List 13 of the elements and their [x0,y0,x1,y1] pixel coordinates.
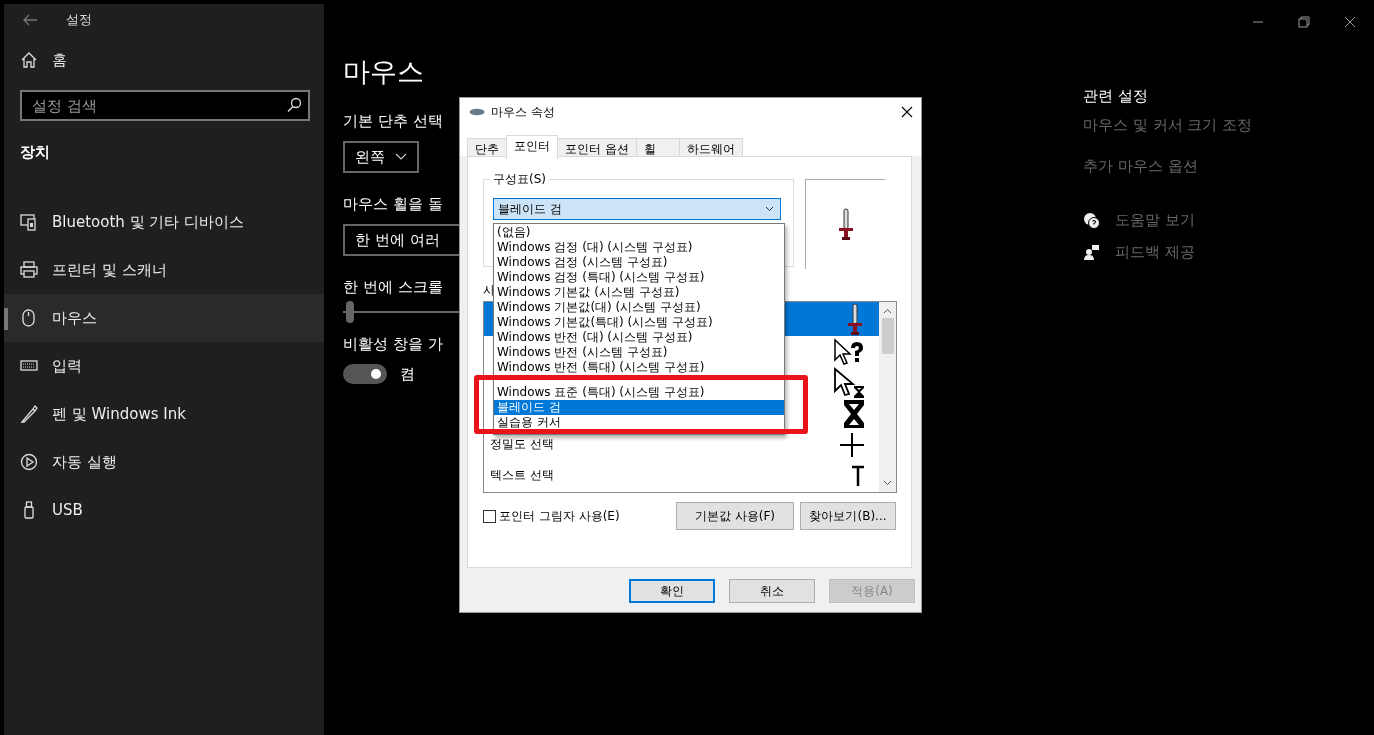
setting-label: 마우스 휠을 돌 [343,195,443,214]
dialog-title: 마우스 속성 [491,103,556,121]
page-title: 마우스 [343,55,425,89]
group-label: 구성표(S) [490,171,549,188]
setting-label: 기본 단추 선택 [343,112,443,131]
section-heading: 장치 [20,143,51,162]
setting-label: 비활성 창을 가 [343,335,443,354]
window-title: 설정 [66,11,92,29]
dialog-button: 적용(A) [829,579,915,603]
setting-label: 한 번에 스크롤 [343,278,443,297]
related-settings-heading: 관련 설정 [1083,87,1149,106]
field-label: 사 [483,282,495,298]
toggle-state-text: 켬 [400,364,415,384]
